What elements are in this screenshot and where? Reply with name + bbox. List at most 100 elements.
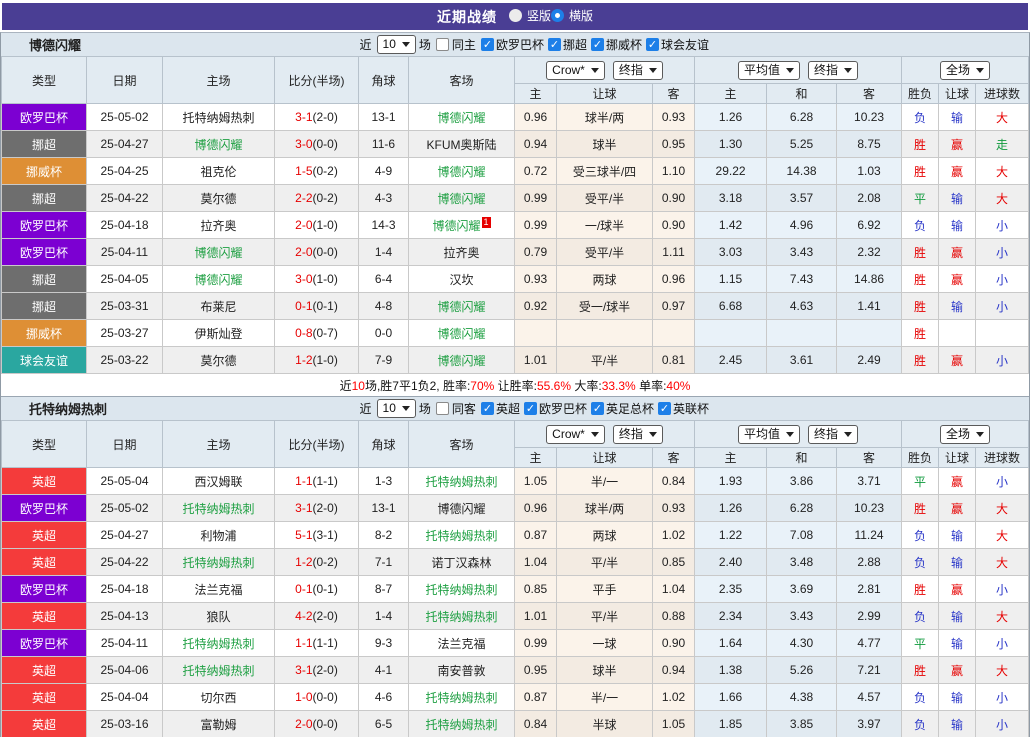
odds-stage-select[interactable]: 终指: [612, 60, 663, 80]
average-stage-select[interactable]: 终指: [808, 424, 859, 444]
home-team[interactable]: 托特纳姆热刺: [162, 656, 275, 684]
home-team[interactable]: 切尔西: [162, 683, 275, 711]
away-team[interactable]: 博德闪耀: [408, 319, 515, 347]
home-team[interactable]: 莫尔德: [162, 184, 275, 212]
away-team[interactable]: 托特纳姆热刺: [408, 683, 515, 711]
result-outcome: 胜: [901, 130, 940, 158]
home-team[interactable]: 布莱尼: [162, 292, 275, 320]
match-row: 英超 25-04-13 狼队 4-2(2-0) 1-4 托特纳姆热刺 1.01 …: [1, 602, 1029, 630]
view-option[interactable]: 竖版: [508, 7, 551, 24]
home-team[interactable]: 托特纳姆热刺: [162, 548, 275, 576]
avg-away-odds: [836, 319, 903, 347]
away-team[interactable]: 拉齐奥: [408, 238, 515, 266]
away-team[interactable]: KFUM奥斯陆: [408, 130, 515, 158]
avg-away-odds: 1.41: [836, 292, 903, 320]
away-team[interactable]: 南安普敦: [408, 656, 515, 684]
avg-home-odds: 1.66: [694, 683, 768, 711]
league-checkbox[interactable]: ✓: [480, 38, 494, 51]
average-stage-select[interactable]: 终指: [808, 60, 859, 80]
bookmaker-select[interactable]: Crow*: [546, 60, 605, 80]
match-scope-select[interactable]: 全场: [940, 60, 991, 80]
match-row: 挪超 25-03-31 布莱尼 0-1(0-1) 4-8 博德闪耀 0.92 受…: [1, 292, 1029, 320]
match-date: 25-04-27: [86, 521, 163, 549]
away-team[interactable]: 博德闪耀: [408, 292, 515, 320]
away-team[interactable]: 托特纳姆热刺: [408, 602, 515, 630]
avg-home-odds: [694, 319, 768, 347]
chevron-down-icon: [786, 431, 795, 437]
home-team[interactable]: 利物浦: [162, 521, 275, 549]
recent-games-select[interactable]: 10: [376, 35, 416, 54]
home-team[interactable]: 狼队: [162, 602, 275, 630]
score: 2-2(0-2): [274, 184, 359, 212]
corner-stat: 7-1: [358, 548, 409, 576]
result-outcome: 负: [901, 683, 940, 711]
league-filter-label: 英超: [495, 402, 520, 416]
same-venue-checkbox[interactable]: [435, 38, 449, 51]
avg-draw-odds: 6.28: [766, 103, 838, 131]
home-team[interactable]: 法兰克福: [162, 575, 275, 603]
corner-stat: 13-1: [358, 494, 409, 522]
view-option[interactable]: 横版: [551, 7, 593, 24]
league-checkbox[interactable]: ✓: [480, 402, 494, 415]
radio-icon[interactable]: [508, 8, 522, 22]
league-checkbox[interactable]: ✓: [657, 402, 671, 415]
average-source-select[interactable]: 平均值: [738, 60, 801, 80]
bookmaker-select[interactable]: Crow*: [546, 424, 605, 444]
home-team[interactable]: 富勒姆: [162, 710, 275, 737]
corner-stat: 8-7: [358, 575, 409, 603]
home-team[interactable]: 祖克伦: [162, 157, 275, 185]
away-team[interactable]: 博德闪耀: [408, 157, 515, 185]
home-team[interactable]: 博德闪耀: [162, 130, 275, 158]
radio-selected-icon[interactable]: [551, 8, 564, 22]
away-team[interactable]: 托特纳姆热刺: [408, 521, 515, 549]
away-team[interactable]: 博德闪耀 1: [408, 211, 515, 239]
score: 2-0(0-0): [274, 710, 359, 737]
league-checkbox[interactable]: ✓: [645, 38, 659, 51]
home-team[interactable]: 托特纳姆热刺: [162, 103, 275, 131]
summary-stat-value: 10: [351, 378, 365, 393]
away-team[interactable]: 博德闪耀: [408, 494, 515, 522]
match-scope-select[interactable]: 全场: [940, 424, 991, 444]
avg-draw-odds: 4.96: [766, 211, 838, 239]
halftime-score: (0-2): [312, 555, 338, 569]
home-team[interactable]: 托特纳姆热刺: [162, 629, 275, 657]
home-team[interactable]: 莫尔德: [162, 346, 275, 374]
away-team[interactable]: 法兰克福: [408, 629, 515, 657]
home-team[interactable]: 西汉姆联: [162, 467, 275, 495]
avg-away-odds: 4.77: [836, 629, 903, 657]
league-checkbox[interactable]: ✓: [547, 38, 561, 51]
avg-draw-odds: 5.26: [766, 656, 838, 684]
away-team[interactable]: 托特纳姆热刺: [408, 467, 515, 495]
avg-home-odds: 29.22: [694, 157, 768, 185]
home-team[interactable]: 博德闪耀: [162, 265, 275, 293]
away-team[interactable]: 博德闪耀: [408, 103, 515, 131]
avg-draw-odds: 5.25: [766, 130, 838, 158]
home-team[interactable]: 伊斯灿登: [162, 319, 275, 347]
odds-stage-select[interactable]: 终指: [612, 424, 663, 444]
away-team[interactable]: 博德闪耀: [408, 346, 515, 374]
col-header-home: 主场: [162, 420, 275, 468]
odds-stage-select-value: 终指: [618, 62, 643, 77]
league-checkbox[interactable]: ✓: [590, 38, 604, 51]
home-team[interactable]: 托特纳姆热刺: [162, 494, 275, 522]
league-checkbox[interactable]: ✓: [523, 402, 537, 415]
games-prefix-label: 近: [359, 38, 372, 52]
handicap-home-odds: 0.84: [514, 710, 557, 737]
subcol-handicap-away: 客: [651, 447, 696, 468]
match-date: 25-05-04: [86, 467, 163, 495]
home-team[interactable]: 拉齐奥: [162, 211, 275, 239]
away-team[interactable]: 托特纳姆热刺: [408, 575, 515, 603]
corner-stat: 4-8: [358, 292, 409, 320]
same-venue-checkbox[interactable]: [435, 402, 449, 415]
away-team[interactable]: 博德闪耀: [408, 184, 515, 212]
recent-games-select[interactable]: 10: [376, 399, 416, 418]
subcol-result: 胜负: [901, 83, 940, 104]
away-team[interactable]: 诺丁汉森林: [408, 548, 515, 576]
corner-stat: 14-3: [358, 211, 409, 239]
away-team[interactable]: 汉坎: [408, 265, 515, 293]
away-team[interactable]: 托特纳姆热刺: [408, 710, 515, 737]
league-checkbox[interactable]: ✓: [590, 402, 604, 415]
average-odds-group-header: 平均值 终指: [694, 420, 903, 448]
average-source-select[interactable]: 平均值: [738, 424, 801, 444]
home-team[interactable]: 博德闪耀: [162, 238, 275, 266]
